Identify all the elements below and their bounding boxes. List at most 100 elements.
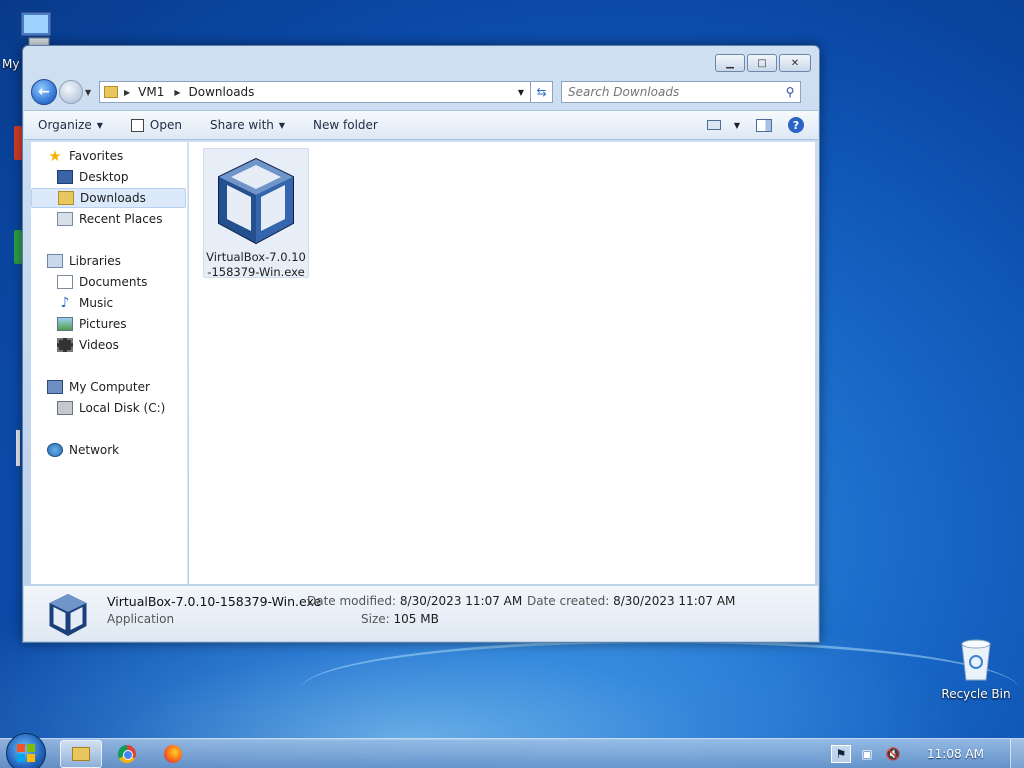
taskbar-firefox[interactable] [152,740,194,768]
search-input[interactable] [568,85,780,99]
desktop-icon-recycle-bin[interactable]: Recycle Bin [938,636,1014,701]
start-button[interactable] [6,733,46,768]
desktop-icon-partial-red[interactable] [14,126,22,160]
preview-pane-icon[interactable] [756,118,772,132]
share-with-button[interactable]: Share with ▼ [210,118,285,132]
new-folder-button[interactable]: New folder [313,118,378,132]
close-button[interactable]: ✕ [779,54,811,72]
computer-icon [47,380,63,394]
clock[interactable]: 11:08 AM [927,747,984,761]
downloads-folder-icon [58,191,74,205]
details-date-modified: Date modified: 8/30/2023 11:07 AM [307,594,522,608]
date-created-value: 8/30/2023 11:07 AM [613,594,736,608]
views-icon [706,120,721,130]
refresh-icon: ⇆ [536,85,547,99]
nav-pictures[interactable]: Pictures [57,314,127,334]
libraries-icon [47,254,63,268]
explorer-icon [72,747,90,761]
back-button[interactable]: ← [31,79,57,105]
share-with-label: Share with [209,118,274,132]
desktop-icon-partial-green[interactable] [14,230,22,264]
address-row: ← ▼ ▶ VM1 ▶ Downloads ▼ ⇆ ⚲ [31,78,811,106]
search-box[interactable]: ⚲ [561,81,801,103]
nav-videos[interactable]: Videos [57,335,119,355]
file-item[interactable]: VirtualBox-7.0.10-158379-Win.exe [203,148,309,279]
breadcrumb-vm1[interactable]: VM1 [138,85,164,99]
maximize-button[interactable]: □ [747,54,777,72]
show-desktop-button[interactable] [1010,739,1024,768]
virtualbox-icon [49,594,87,636]
details-pane: VirtualBox-7.0.10-158379-Win.exe Applica… [24,585,818,641]
nav-label: My Computer [69,380,150,394]
music-icon: ♪ [60,295,70,311]
virtualbox-icon [218,157,294,245]
recycle-bin-icon [961,639,991,681]
nav-desktop[interactable]: Desktop [57,167,129,187]
nav-label: Downloads [80,191,146,205]
taskbar-chrome[interactable] [106,740,148,768]
desktop-icon [57,170,73,184]
nav-libraries[interactable]: Libraries [47,251,121,271]
nav-label: Libraries [69,254,121,268]
size-value: 105 MB [393,612,439,626]
address-dropdown-icon[interactable]: ▼ [512,88,530,97]
pictures-icon [57,317,73,331]
file-list[interactable]: VirtualBox-7.0.10-158379-Win.exe [189,142,815,584]
chevron-down-icon: ▼ [96,120,103,130]
nav-favorites[interactable]: ★ Favorites [47,146,123,166]
nav-my-computer[interactable]: My Computer [47,377,150,397]
firefox-icon [164,745,182,763]
open-label: Open [149,118,182,132]
nav-label: Pictures [79,317,127,331]
new-folder-label: New folder [313,118,378,132]
breadcrumb-downloads[interactable]: Downloads [189,85,255,99]
details-date-created: Date created: 8/30/2023 11:07 AM [527,594,735,608]
change-view-button[interactable]: ▼ [706,120,740,130]
nav-label: Documents [79,275,148,289]
open-button[interactable]: Open [130,118,182,132]
minimize-button[interactable]: ▁ [715,54,745,72]
desktop-icon-partial-white[interactable] [16,430,20,466]
nav-downloads[interactable]: Downloads [31,188,186,208]
nav-documents[interactable]: Documents [57,272,147,292]
organize-label: Organize [38,118,92,132]
size-label: Size: [361,612,390,626]
chrome-icon [118,745,136,763]
system-tray: ⚑ ▣ 🔇 11:08 AM [831,739,1024,768]
explorer-window: ▁ □ ✕ ← ▼ ▶ VM1 ▶ Downloads ▼ ⇆ ⚲ Organi… [22,45,820,643]
windows-logo-icon [17,744,35,762]
address-bar[interactable]: ▶ VM1 ▶ Downloads ▼ [99,81,531,103]
nav-network[interactable]: Network [47,440,119,460]
search-icon[interactable]: ⚲ [780,85,800,99]
file-name: VirtualBox-7.0.10-158379-Win.exe [206,250,306,279]
date-modified-label: Date modified: [307,594,397,608]
network-tray-icon[interactable]: ▣ [857,745,877,763]
command-bar: Organize ▼ Open Share with ▼ New folder … [24,110,818,140]
refresh-button[interactable]: ⇆ [531,81,553,103]
nav-label: Favorites [69,149,124,163]
nav-recent-places[interactable]: Recent Places [57,209,162,229]
videos-icon [57,338,73,352]
organize-button[interactable]: Organize ▼ [38,118,103,132]
folder-icon [104,86,118,98]
nav-label: Network [69,443,120,457]
taskbar-explorer[interactable] [60,740,102,768]
nav-local-disk[interactable]: Local Disk (C:) [57,398,165,418]
network-icon [47,443,63,457]
open-icon [130,118,144,132]
forward-button[interactable] [59,80,83,104]
action-center-icon[interactable]: ⚑ [831,745,852,763]
chevron-down-icon: ▼ [733,120,740,130]
nav-label: Videos [79,338,119,352]
toolbar-right: ▼ ? [706,117,804,133]
nav-label: Music [79,296,114,310]
taskbar: ⚑ ▣ 🔇 11:08 AM [0,733,1024,768]
help-icon[interactable]: ? [788,117,804,133]
nav-label: Desktop [79,170,129,184]
recent-pages-dropdown[interactable]: ▼ [85,88,97,97]
breadcrumb-separator-icon[interactable]: ▶ [174,88,180,97]
volume-muted-icon[interactable]: 🔇 [883,745,903,763]
details-file-type: Application [107,612,175,626]
breadcrumb-separator-icon[interactable]: ▶ [124,88,130,97]
nav-music[interactable]: ♪ Music [57,293,114,313]
